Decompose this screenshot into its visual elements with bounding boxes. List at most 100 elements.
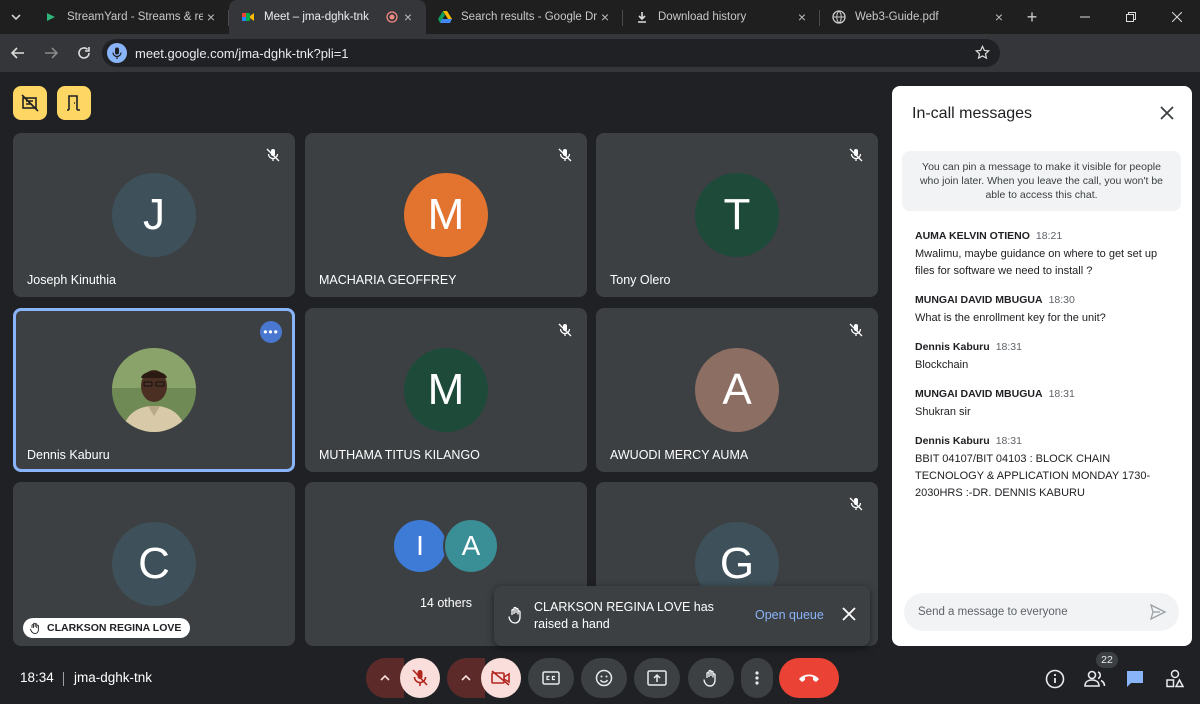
send-icon[interactable]	[1149, 603, 1167, 621]
people-button[interactable]	[1082, 666, 1108, 692]
browser-tab-active[interactable]: Meet – jma-dghk-tnk ×	[229, 0, 426, 34]
chat-message: MUNGAI DAVID MBUGUA 18:31 Shukran sir	[915, 387, 1175, 421]
address-bar[interactable]: meet.google.com/jma-dghk-tnk?pli=1	[102, 39, 1000, 67]
more-options-button[interactable]	[741, 658, 773, 698]
hang-up-icon	[799, 674, 819, 682]
reactions-button[interactable]	[581, 658, 627, 698]
close-icon[interactable]	[842, 607, 856, 621]
present-off-icon	[21, 94, 39, 112]
pin-info-box: You can pin a message to make it visible…	[902, 151, 1181, 211]
participant-tile[interactable]: M MACHARIA GEOFFREY	[305, 133, 587, 297]
close-window-icon[interactable]	[1154, 0, 1200, 34]
chat-message: AUMA KELVIN OTIENO 18:21 Mwalimu, maybe g…	[915, 229, 1175, 280]
participant-tile[interactable]: A AWUODI MERCY AUMA	[596, 308, 878, 472]
breakout-rooms-button[interactable]	[57, 86, 91, 120]
avatar: A	[443, 518, 499, 574]
browser-tab[interactable]: Search results - Google Drive ×	[426, 0, 623, 34]
tab-title: Meet – jma-dghk-tnk	[264, 11, 369, 23]
meeting-details-button[interactable]	[1042, 666, 1068, 692]
video-off-icon	[491, 670, 510, 686]
message-time: 18:31	[1048, 388, 1075, 400]
raise-hand-button[interactable]	[688, 658, 734, 698]
mic-off-icon	[844, 318, 868, 342]
participant-tile[interactable]: M MUTHAMA TITUS KILANGO	[305, 308, 587, 472]
message-time: 18:31	[995, 435, 1022, 447]
video-options-button[interactable]	[447, 658, 485, 698]
in-call-messages-panel: In-call messages You can pin a message t…	[892, 86, 1192, 646]
mic-off-icon	[553, 318, 577, 342]
window-controls	[1062, 0, 1200, 34]
recording-indicator-icon	[384, 9, 400, 25]
host-controls-button[interactable]	[13, 86, 47, 120]
participant-tile[interactable]: J Joseph Kinuthia	[13, 133, 295, 297]
door-icon	[67, 95, 80, 111]
tab-title: Web3-Guide.pdf	[855, 11, 939, 23]
divider	[63, 672, 64, 686]
chevron-down-icon	[11, 14, 21, 21]
new-tab-button[interactable]: +	[1017, 0, 1047, 34]
streamyard-icon	[44, 10, 58, 24]
close-tab-icon[interactable]: ×	[597, 9, 613, 25]
bookmark-star-icon[interactable]	[975, 45, 990, 60]
message-input[interactable]: Send a message to everyone	[904, 593, 1179, 631]
message-sender: Dennis Kaburu	[915, 341, 990, 353]
avatar: M	[404, 173, 488, 257]
message-text: BBIT 04107/BIT 04103 : BLOCK CHAIN TECNO…	[915, 453, 1151, 499]
captions-button[interactable]	[528, 658, 574, 698]
tab-search-button[interactable]	[0, 0, 32, 34]
mic-off-icon	[553, 143, 577, 167]
globe-icon	[832, 10, 846, 24]
browser-tab[interactable]: StreamYard - Streams & record ×	[32, 0, 229, 34]
close-tab-icon[interactable]: ×	[203, 9, 219, 25]
microphone-in-use-icon[interactable]	[107, 43, 127, 63]
avatar: T	[695, 173, 779, 257]
chat-icon	[1127, 671, 1143, 687]
participant-name: Dennis Kaburu	[27, 448, 110, 462]
reload-button[interactable]	[69, 38, 99, 68]
restore-icon[interactable]	[1108, 0, 1154, 34]
url-text: meet.google.com/jma-dghk-tnk?pli=1	[135, 45, 349, 61]
close-tab-icon[interactable]: ×	[991, 9, 1007, 25]
message-time: 18:21	[1035, 230, 1063, 242]
camera-toggle-button[interactable]	[481, 658, 521, 698]
notification-text: CLARKSON REGINA LOVE has raised a hand	[534, 600, 714, 631]
browser-tab[interactable]: Web3-Guide.pdf ×	[820, 0, 1017, 34]
more-options-icon[interactable]: •••	[260, 321, 282, 343]
more-vert-icon	[755, 671, 759, 685]
participant-name: Tony Olero	[610, 273, 671, 287]
participant-tile[interactable]: T Tony Olero	[596, 133, 878, 297]
leave-call-button[interactable]	[779, 658, 839, 698]
chat-button[interactable]	[1122, 666, 1148, 692]
close-tab-icon[interactable]: ×	[794, 9, 810, 25]
close-icon[interactable]	[1160, 106, 1174, 120]
hand-icon	[508, 606, 524, 624]
meeting-code: jma-dghk-tnk	[74, 670, 153, 685]
tab-title: Download history	[658, 11, 747, 23]
avatar: M	[404, 348, 488, 432]
audio-options-button[interactable]	[366, 658, 404, 698]
participant-tile[interactable]: C CLARKSON REGINA LOVE	[13, 482, 295, 646]
back-button[interactable]	[3, 38, 33, 68]
participant-photo-avatar	[112, 348, 196, 432]
info-icon	[1045, 669, 1065, 689]
activities-shapes-icon	[1166, 669, 1185, 688]
panel-title: In-call messages	[912, 105, 1033, 122]
browser-tab[interactable]: Download history ×	[623, 0, 820, 34]
tab-title: StreamYard - Streams & record	[67, 11, 203, 23]
mic-off-icon	[261, 143, 285, 167]
present-now-button[interactable]	[634, 658, 680, 698]
chevron-up-icon	[380, 674, 390, 681]
avatar: A	[695, 348, 779, 432]
activities-button[interactable]	[1162, 666, 1188, 692]
participant-tile-active-speaker[interactable]: ••• Dennis Kaburu	[13, 308, 295, 472]
forward-button[interactable]	[36, 38, 66, 68]
open-queue-link[interactable]: Open queue	[755, 608, 824, 622]
message-sender: AUMA KELVIN OTIENO	[915, 230, 1030, 242]
people-icon	[1084, 670, 1106, 687]
close-tab-icon[interactable]: ×	[400, 9, 416, 25]
meet-icon	[241, 10, 255, 24]
avatar: I	[392, 518, 448, 574]
minimize-icon[interactable]	[1062, 0, 1108, 34]
microphone-toggle-button[interactable]	[400, 658, 440, 698]
participant-name: MUTHAMA TITUS KILANGO	[319, 448, 480, 462]
